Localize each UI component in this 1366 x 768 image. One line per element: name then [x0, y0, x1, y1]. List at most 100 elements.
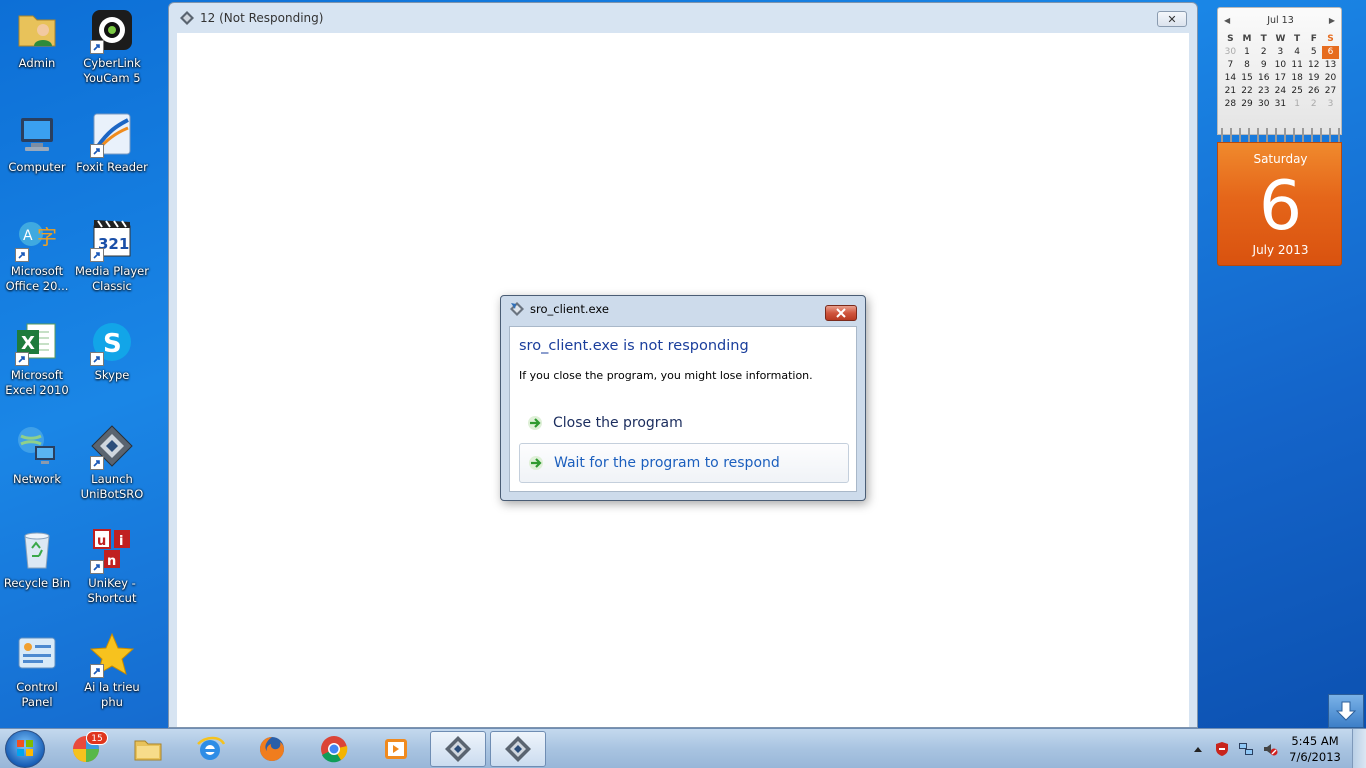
calendar-day-cell[interactable]: 8 [1239, 59, 1256, 72]
desktop-icon-unibot[interactable]: Launch UniBotSRO [75, 418, 149, 518]
calendar-day-cell[interactable]: 18 [1289, 72, 1306, 85]
taskbar-firefox-button[interactable] [244, 731, 300, 767]
calendar-day-cell[interactable]: 15 [1239, 72, 1256, 85]
tray-volume-button[interactable] [1258, 739, 1282, 759]
desktop-icon-office-language[interactable]: 字A Microsoft Office 20... [0, 210, 74, 310]
calendar-day-cell[interactable]: 30 [1222, 46, 1239, 59]
desktop-icon-youcam[interactable]: CyberLink YouCam 5 [75, 2, 149, 102]
calendar-day-cell[interactable]: 11 [1289, 59, 1306, 72]
calendar-day-cell[interactable]: 9 [1255, 59, 1272, 72]
taskbar-ie-button[interactable] [182, 731, 238, 767]
desktop-icon-control-panel[interactable]: Control Panel [0, 626, 74, 726]
taskbar-explorer-button[interactable] [120, 731, 176, 767]
calendar-day-cell[interactable]: 26 [1305, 85, 1322, 98]
tray-network-button[interactable] [1234, 739, 1258, 759]
taskbar-unibot-button-1[interactable] [430, 731, 486, 767]
calendar-day-cell[interactable]: 24 [1272, 85, 1289, 98]
green-arrow-icon [529, 456, 543, 470]
calendar-day-cell[interactable]: 22 [1239, 85, 1256, 98]
system-clock[interactable]: 5:45 AM 7/6/2013 [1284, 733, 1346, 765]
calendar-day-cell[interactable]: 23 [1255, 85, 1272, 98]
calendar-day-cell[interactable]: 12 [1305, 59, 1322, 72]
shortcut-arrow-icon [90, 456, 104, 470]
desktop-icon-ai-la-trieu-phu[interactable]: Ai la trieu phu [75, 626, 149, 726]
taskbar-chrome-button[interactable] [306, 731, 362, 767]
calendar-day-cell[interactable]: 17 [1272, 72, 1289, 85]
shortcut-arrow-icon [90, 560, 104, 574]
svg-text:i: i [119, 534, 123, 549]
calendar-day-cell[interactable]: 3 [1322, 98, 1339, 111]
computer-icon [15, 112, 59, 156]
shortcut-arrow-icon [90, 352, 104, 366]
calendar-day-cell[interactable]: 1 [1289, 98, 1306, 111]
calendar-week-row: 14 15 16 17 18 19 20 [1222, 72, 1339, 85]
icon-label: Launch UniBotSRO [80, 472, 144, 501]
start-button[interactable] [5, 730, 45, 768]
desktop-icon-recycle-bin[interactable]: Recycle Bin [0, 522, 74, 622]
weekday-label: W [1275, 34, 1286, 44]
tray-security-icon-button[interactable] [1210, 739, 1234, 759]
svg-text:u: u [97, 534, 106, 549]
show-hidden-icons-button[interactable] [1186, 739, 1210, 759]
calendar-day-cell[interactable]: 1 [1239, 46, 1256, 59]
desktop-icon-computer[interactable]: Computer [0, 106, 74, 206]
icon-label: Computer [8, 160, 66, 174]
dialog-body: sro_client.exe is not responding If you … [509, 326, 857, 492]
calendar-day-cell[interactable]: 27 [1322, 85, 1339, 98]
dialog-close-button[interactable] [825, 305, 857, 321]
desktop-icon-admin[interactable]: Admin [0, 2, 74, 102]
calendar-day-cell[interactable]: 7 [1222, 59, 1239, 72]
wait-for-program-button[interactable]: Wait for the program to respond [519, 443, 849, 483]
calendar-day-cell[interactable]: 30 [1255, 98, 1272, 111]
calendar-day-cell[interactable]: 10 [1272, 59, 1289, 72]
pdf-reader-icon [90, 112, 134, 158]
desktop-icon-network[interactable]: Network [0, 418, 74, 518]
download-arrow-button[interactable] [1328, 694, 1364, 728]
window-close-button[interactable]: ✕ [1157, 11, 1187, 27]
close-program-button[interactable]: Close the program [519, 403, 849, 443]
unibot-icon [180, 11, 194, 25]
desktop-icon-mpc[interactable]: 321 Media Player Classic [75, 210, 149, 310]
shortcut-arrow-icon [15, 248, 29, 262]
svg-text:X: X [21, 333, 35, 354]
calendar-day-cell[interactable]: 29 [1239, 98, 1256, 111]
calendar-day-cell[interactable]: 25 [1289, 85, 1306, 98]
calendar-day-cell[interactable]: 13 [1322, 59, 1339, 72]
calendar-day-cell[interactable]: 31 [1272, 98, 1289, 111]
calendar-week-row: 7 8 9 10 11 12 13 [1222, 59, 1339, 72]
unibot-icon [445, 736, 471, 762]
taskbar-unibot-button-2[interactable] [490, 731, 546, 767]
calendar-day-cell[interactable]: 2 [1305, 98, 1322, 111]
calendar-day-cell[interactable]: 2 [1255, 46, 1272, 59]
desktop-icon-unikey[interactable]: uin UniKey - Shortcut [75, 522, 149, 622]
desktop-icon-excel[interactable]: X Microsoft Excel 2010 [0, 314, 74, 414]
show-desktop-button[interactable] [1352, 729, 1366, 768]
shortcut-arrow-icon [90, 664, 104, 678]
shortcut-arrow-icon [15, 352, 29, 366]
calendar-gadget[interactable]: ◀ Jul 13 ▶ S M T W T F S 30 1 2 3 4 5 6 7 8 9 10 11 12 13 14 1… [1217, 7, 1342, 266]
calendar-day-cell[interactable]: 14 [1222, 72, 1239, 85]
weekday-label: M [1242, 34, 1252, 44]
calendar-day-cell[interactable]: 16 [1255, 72, 1272, 85]
taskbar-media-button[interactable] [368, 731, 424, 767]
window-titlebar[interactable]: 12 (Not Responding) [169, 3, 1197, 33]
next-month-button[interactable]: ▶ [1329, 16, 1335, 25]
desktop-icon-skype[interactable]: S Skype [75, 314, 149, 414]
calendar-date: 6 [1258, 167, 1303, 246]
weekday-label: S [1327, 34, 1334, 44]
calendar-day-cell[interactable]: 4 [1289, 46, 1306, 59]
not-responding-dialog[interactable]: sro_client.exe sro_client.exe is not res… [500, 295, 866, 501]
dialog-titlebar[interactable]: sro_client.exe [501, 296, 865, 322]
calendar-day-cell[interactable]: 6 [1322, 46, 1339, 59]
calendar-day-cell[interactable]: 3 [1272, 46, 1289, 59]
calendar-day-cell[interactable]: 20 [1322, 72, 1339, 85]
icon-label: Foxit Reader [76, 160, 148, 174]
desktop-icon-foxit[interactable]: Foxit Reader [75, 106, 149, 206]
calendar-day-cell[interactable]: 21 [1222, 85, 1239, 98]
app-icon [510, 302, 524, 316]
calendar-header: Jul 13 [1267, 15, 1294, 26]
calendar-day-cell[interactable]: 19 [1305, 72, 1322, 85]
calendar-day-cell[interactable]: 5 [1305, 46, 1322, 59]
supplemental-text: If you close the program, you might lose… [519, 369, 813, 382]
calendar-day-cell[interactable]: 28 [1222, 98, 1239, 111]
